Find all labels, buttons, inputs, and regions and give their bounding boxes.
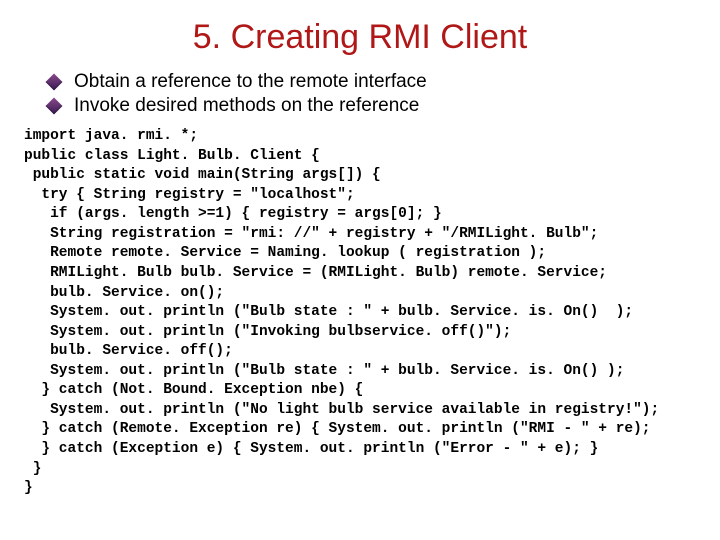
bullet-text: Obtain a reference to the remote interfa… bbox=[74, 71, 427, 93]
code-block: import java. rmi. *; public class Light.… bbox=[24, 127, 696, 499]
list-item: Invoke desired methods on the reference bbox=[48, 95, 696, 117]
bullet-list: Obtain a reference to the remote interfa… bbox=[48, 71, 696, 117]
slide: 5. Creating RMI Client Obtain a referenc… bbox=[0, 0, 720, 540]
diamond-icon bbox=[46, 74, 63, 91]
page-title: 5. Creating RMI Client bbox=[24, 18, 696, 57]
diamond-icon bbox=[46, 98, 63, 115]
list-item: Obtain a reference to the remote interfa… bbox=[48, 71, 696, 93]
bullet-text: Invoke desired methods on the reference bbox=[74, 95, 419, 117]
